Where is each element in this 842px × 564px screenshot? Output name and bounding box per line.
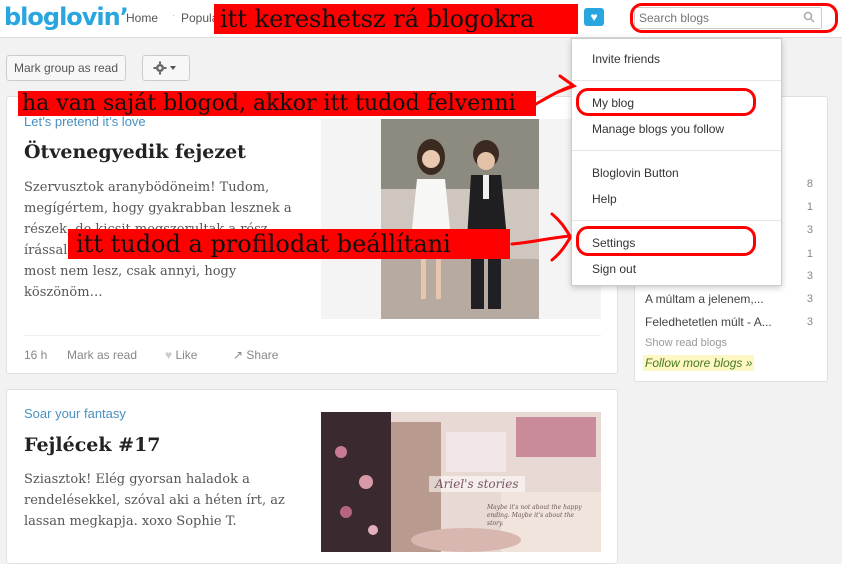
menu-item-sign-out[interactable]: Sign out	[592, 262, 636, 276]
nav-separator: ·	[172, 10, 176, 21]
post-excerpt: Sziasztok! Elég gyorsan haladok a rendel…	[24, 472, 285, 529]
annotation-my-blog: ha van saját blogod, akkor itt tudod fel…	[18, 91, 536, 116]
share-button[interactable]: ↗ Share	[233, 348, 278, 362]
annotation-search: itt kereshetsz rá blogokra	[214, 4, 578, 34]
post-card: Soar your fantasy Fejlécek #17 Sziasztok…	[6, 389, 618, 564]
menu-divider	[572, 80, 781, 81]
thumb-title: Ariel's stories	[429, 476, 525, 492]
post-thumbnail[interactable]	[321, 119, 601, 319]
heart-icon[interactable]: ♥	[584, 8, 604, 26]
sidebar-item[interactable]: A múltam a jelenem,...	[645, 292, 819, 306]
post-photo	[381, 119, 539, 319]
nav-popular-link[interactable]: Popula	[181, 11, 218, 25]
thumb-caption: Maybe it's not about the happy ending. M…	[487, 504, 582, 527]
post-title[interactable]: Ötvenegyedik fejezet	[24, 141, 246, 163]
mark-as-read-link[interactable]: Mark as read	[67, 348, 137, 362]
post-blog-name[interactable]: Let’s pretend it’s love	[24, 114, 146, 129]
menu-item-help[interactable]: Help	[592, 192, 617, 206]
gear-icon	[153, 61, 176, 75]
sidebar-count: 3	[806, 224, 813, 236]
sidebar-count: 3	[806, 270, 813, 282]
show-read-blogs-link[interactable]: Show read blogs	[645, 337, 727, 349]
sidebar-count: 3	[806, 316, 813, 328]
like-label: Like	[175, 348, 198, 362]
sidebar-count: 3	[806, 293, 813, 305]
post-divider	[24, 335, 601, 336]
highlight-search-oval	[630, 3, 838, 33]
post-blog-name[interactable]: Soar your fantasy	[24, 406, 126, 421]
sidebar-count: 1	[806, 248, 813, 260]
share-label: Share	[246, 348, 279, 362]
highlight-settings-oval	[576, 226, 756, 256]
annotation-settings: itt tudod a profilodat beállítani	[68, 229, 510, 259]
heart-outline-icon: ♥	[165, 348, 173, 362]
sidebar-item[interactable]: Feledhetetlen múlt - A...	[645, 315, 819, 329]
sidebar-count: 1	[806, 201, 813, 213]
follow-more-blogs-link[interactable]: Follow more blogs »	[643, 355, 755, 371]
nav-home-link[interactable]: Home	[126, 11, 158, 25]
post-thumbnail[interactable]: Ariel's stories Maybe it's not about the…	[321, 412, 601, 552]
menu-divider	[572, 150, 781, 151]
settings-gear-button[interactable]	[142, 55, 190, 81]
post-title[interactable]: Fejlécek #17	[24, 434, 161, 456]
share-arrow-icon: ↗	[233, 348, 244, 362]
menu-item-manage-blogs[interactable]: Manage blogs you follow	[592, 122, 724, 136]
menu-item-bloglovin-button[interactable]: Bloglovin Button	[592, 166, 679, 180]
sidebar-count: 8	[806, 178, 813, 190]
like-button[interactable]: ♥ Like	[165, 348, 197, 362]
caret-down-icon	[170, 66, 176, 70]
menu-item-invite-friends[interactable]: Invite friends	[592, 52, 660, 66]
menu-divider	[572, 220, 781, 221]
mark-group-as-read-button[interactable]: Mark group as read	[6, 55, 126, 81]
post-time: 16 h	[24, 348, 48, 362]
bloglovin-logo[interactable]: bloglovin’	[4, 3, 129, 31]
highlight-my-blog-oval	[576, 88, 756, 116]
